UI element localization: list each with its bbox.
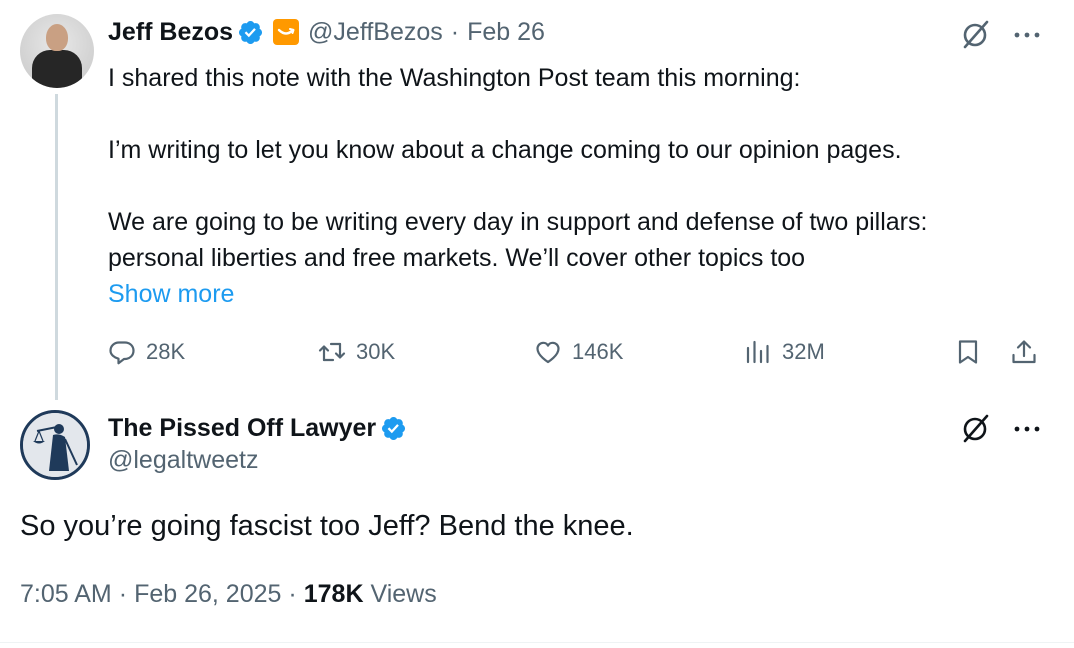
reply-views-count: 178K: [303, 580, 364, 608]
verified-badge-icon[interactable]: [380, 415, 407, 442]
parent-author-handle[interactable]: @JeffBezos: [308, 18, 443, 47]
tweet-line: We are going to be writing every day in …: [108, 208, 928, 236]
reply-tweet-text: So you’re going fascist too Jeff? Bend t…: [20, 510, 634, 542]
thread-connector-line: [55, 94, 58, 400]
tweet-line: I’m writing to let you know about a chan…: [108, 136, 902, 164]
like-icon: [536, 341, 560, 364]
like-count: 146K: [572, 339, 624, 364]
reply-views-label: Views: [370, 580, 437, 608]
share-icon: [1012, 340, 1036, 364]
tweet-line-blank: [108, 96, 1038, 132]
views-count: 32M: [782, 339, 825, 364]
amazon-affiliate-icon[interactable]: [273, 19, 300, 45]
views-icon: [746, 340, 769, 364]
show-more-link[interactable]: Show more: [108, 276, 1038, 312]
meta-separator: ·: [118, 580, 128, 608]
tweet-line-blank: [108, 168, 1038, 204]
header-separator: ·: [450, 17, 460, 46]
repost-count: 30K: [356, 339, 396, 364]
amazon-smile-icon: [277, 28, 295, 35]
lady-justice-icon: [23, 413, 87, 477]
reply-tweet-header: The Pissed Off Lawyer: [108, 410, 407, 446]
legaltweetz-avatar[interactable]: [20, 410, 90, 480]
parent-tweet-text: I shared this note with the Washington P…: [108, 60, 1038, 312]
meta-separator: ·: [288, 580, 297, 608]
tweet-action-bar: 28K 30K 146K 32M: [108, 334, 1048, 370]
reply-icon: [109, 341, 135, 365]
views-button[interactable]: 32M: [744, 334, 825, 370]
reply-tweet-meta: 7:05 AM · Feb 26, 2025 · 178K Views: [20, 580, 437, 609]
avatar-face: [46, 24, 68, 51]
jeff-bezos-avatar[interactable]: [20, 14, 94, 88]
like-button[interactable]: 146K: [534, 334, 623, 370]
reply-author-name[interactable]: The Pissed Off Lawyer: [108, 414, 376, 443]
reply-button[interactable]: 28K: [108, 334, 185, 370]
reply-author-handle[interactable]: @legaltweetz: [108, 446, 258, 475]
bookmark-icon: [958, 340, 978, 364]
more-icon[interactable]: [1010, 412, 1044, 446]
grok-icon[interactable]: [958, 410, 994, 446]
tweet-line: personal liberties and free markets. We’…: [108, 244, 806, 272]
bookmark-button[interactable]: [954, 334, 982, 370]
verified-badge-icon[interactable]: [237, 19, 264, 46]
repost-icon: [318, 342, 346, 362]
tweet-line: I shared this note with the Washington P…: [108, 64, 801, 92]
parent-tweet-header: Jeff Bezos @JeffBezos · Feb 26: [108, 15, 545, 49]
avatar-shirt: [32, 50, 82, 88]
parent-author-name[interactable]: Jeff Bezos: [108, 18, 233, 47]
reply-date[interactable]: Feb 26, 2025: [134, 580, 281, 609]
share-button[interactable]: [1010, 334, 1038, 370]
reply-count: 28K: [146, 339, 186, 364]
more-icon[interactable]: [1010, 18, 1044, 52]
parent-tweet-date[interactable]: Feb 26: [467, 18, 545, 47]
bottom-divider: [0, 642, 1074, 643]
grok-icon[interactable]: [958, 16, 994, 52]
reply-time[interactable]: 7:05 AM: [20, 580, 112, 609]
repost-button[interactable]: 30K: [318, 334, 395, 370]
